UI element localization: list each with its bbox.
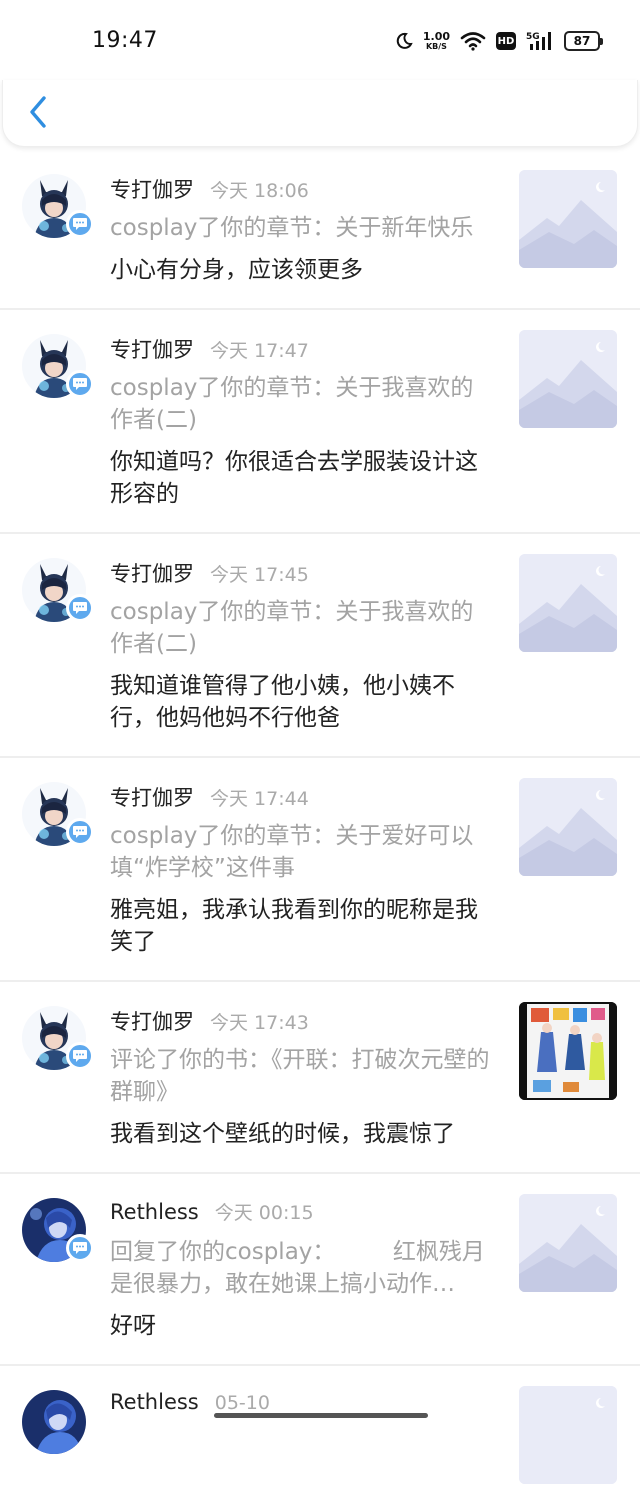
notification-item[interactable]: 专打伽罗 今天 17:43 评论了你的书：《开联：打破次元壁的群聊》 我看到这个…	[0, 982, 640, 1174]
status-icons: 1.00 KB/S HD 5G 87	[395, 28, 603, 54]
status-time: 19:47	[92, 28, 158, 53]
content-thumbnail[interactable]	[519, 170, 617, 268]
comment-badge-icon	[66, 1042, 94, 1070]
status-bar: 19:47 1.00 KB/S HD 5G 87	[0, 0, 640, 80]
content-thumbnail[interactable]	[519, 778, 617, 876]
wallpaper-photo-image	[519, 1002, 617, 1100]
user-name[interactable]: 专打伽罗	[110, 558, 194, 588]
placeholder-mountain-image	[519, 330, 617, 428]
timestamp: 今天 17:45	[210, 564, 309, 586]
timestamp: 今天 18:06	[210, 180, 309, 202]
notification-list: 专打伽罗 今天 18:06 cosplay了你的章节：关于新年快乐 小心有分身，…	[0, 150, 640, 1486]
chevron-left-icon	[30, 96, 46, 128]
user-name[interactable]: 专打伽罗	[110, 174, 194, 204]
comment-badge-icon	[66, 370, 94, 398]
signal-label: 5G	[526, 32, 540, 42]
timestamp: 今天 17:44	[210, 788, 309, 810]
comment-text: 雅亮姐，我承认我看到你的昵称是我笑了	[110, 897, 478, 955]
comment-badge-icon	[66, 210, 94, 238]
notification-item[interactable]: 专打伽罗 今天 18:06 cosplay了你的章节：关于新年快乐 小心有分身，…	[0, 150, 640, 310]
content-thumbnail[interactable]	[519, 330, 617, 428]
user-name[interactable]: 专打伽罗	[110, 334, 194, 364]
timestamp: 今天 00:15	[214, 1202, 314, 1224]
net-speed-value: 1.00	[422, 30, 450, 43]
content-thumbnail[interactable]	[519, 554, 617, 652]
timestamp: 今天 17:47	[210, 340, 309, 362]
timestamp: 05-10	[214, 1392, 270, 1414]
activity-description[interactable]: cosplay了你的章节：关于我喜欢的作者(二)	[110, 596, 490, 660]
user-name[interactable]: 专打伽罗	[110, 782, 194, 812]
activity-description[interactable]: cosplay了你的章节：关于我喜欢的作者(二)	[110, 372, 490, 436]
placeholder-mountain-image	[519, 1194, 617, 1292]
notification-item[interactable]: Rethless 05-10	[0, 1366, 640, 1486]
battery-level: 87	[573, 34, 591, 48]
placeholder-mountain-image	[519, 554, 617, 652]
comment-text: 小心有分身，应该领更多	[110, 257, 363, 283]
activity-description[interactable]: cosplay了你的章节：关于新年快乐	[110, 212, 490, 244]
comment-badge-icon	[66, 1234, 94, 1262]
user-name[interactable]: Rethless	[110, 1200, 199, 1224]
placeholder-mountain-image	[519, 1386, 617, 1484]
content-thumbnail[interactable]	[519, 1002, 617, 1100]
header	[2, 80, 638, 147]
comment-text: 我知道谁管得了他小姨，他小姨不行，他妈他妈不行他爸	[110, 673, 455, 731]
notification-item[interactable]: 专打伽罗 今天 17:47 cosplay了你的章节：关于我喜欢的作者(二) 你…	[0, 310, 640, 534]
comment-badge-icon	[66, 818, 94, 846]
user-name[interactable]: Rethless	[110, 1390, 199, 1414]
activity-description[interactable]: 回复了你的cosplay： 红枫残月是很暴力，敢在她课上搞小动作…	[110, 1236, 490, 1300]
notification-item[interactable]: 专打伽罗 今天 17:44 cosplay了你的章节：关于爱好可以填“炸学校”这…	[0, 758, 640, 982]
content-thumbnail[interactable]	[519, 1386, 617, 1484]
hd-icon: HD	[496, 32, 516, 50]
comment-text: 你知道吗？你很适合去学服装设计这形容的	[110, 449, 478, 507]
comment-text: 我看到这个壁纸的时候，我震惊了	[110, 1121, 455, 1147]
placeholder-mountain-image	[519, 778, 617, 876]
wifi-icon	[460, 32, 486, 51]
battery-icon: 87	[564, 31, 603, 51]
back-button[interactable]	[23, 92, 53, 132]
net-speed-unit: KB/S	[425, 42, 447, 51]
notification-item[interactable]: 专打伽罗 今天 17:45 cosplay了你的章节：关于我喜欢的作者(二) 我…	[0, 534, 640, 758]
home-indicator[interactable]	[214, 1413, 428, 1418]
placeholder-mountain-image	[519, 170, 617, 268]
notification-item[interactable]: Rethless 今天 00:15 回复了你的cosplay： 红枫残月是很暴力…	[0, 1174, 640, 1366]
comment-badge-icon	[66, 594, 94, 622]
user-name[interactable]: 专打伽罗	[110, 1006, 194, 1036]
activity-description[interactable]: 评论了你的书：《开联：打破次元壁的群聊》	[110, 1044, 490, 1108]
net-speed: 1.00 KB/S	[423, 31, 450, 51]
comment-text: 好呀	[110, 1313, 156, 1339]
blue-avatar-image	[22, 1390, 86, 1454]
avatar[interactable]	[22, 1390, 86, 1454]
timestamp: 今天 17:43	[210, 1012, 309, 1034]
moon-icon	[396, 32, 413, 49]
cell-signal-icon: 5G	[526, 32, 551, 50]
activity-description[interactable]: cosplay了你的章节：关于爱好可以填“炸学校”这件事	[110, 820, 490, 884]
content-thumbnail[interactable]	[519, 1194, 617, 1292]
